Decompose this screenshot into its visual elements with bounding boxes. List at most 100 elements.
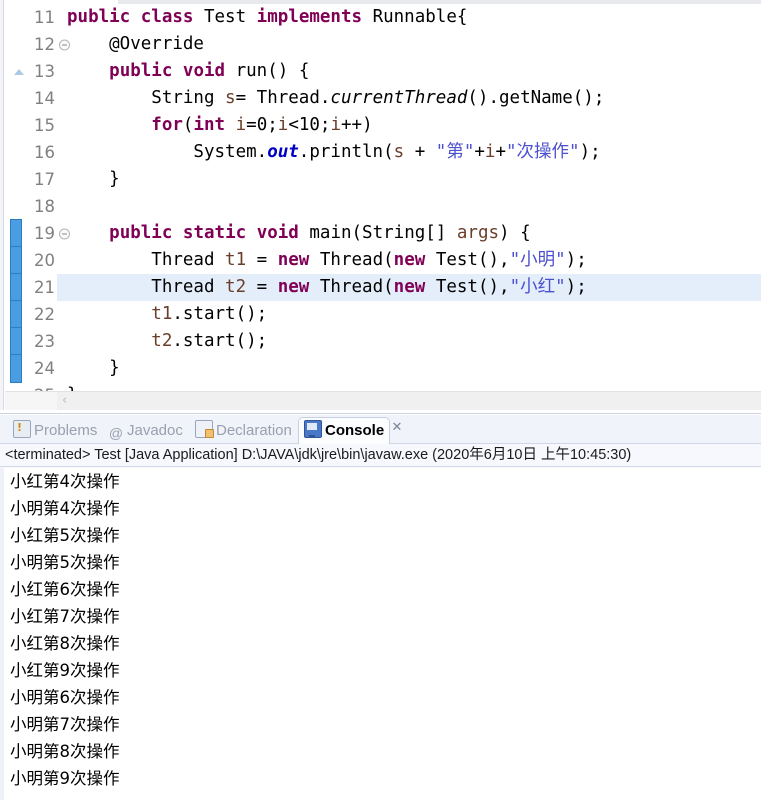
code-area[interactable]: 11 public class Test implements Runnable{… xyxy=(5,4,761,391)
tab-declaration[interactable]: Declaration xyxy=(190,418,297,443)
code-line[interactable]: 16 System.out.println(s + "第"+i+"次操作"); xyxy=(5,139,761,166)
code-token: <10; xyxy=(288,115,331,135)
console-output-line: 小红第8次操作 xyxy=(10,634,120,653)
tab-javadoc[interactable]: @ Javadoc xyxy=(103,418,188,443)
change-bar xyxy=(10,273,22,302)
line-number: 25 xyxy=(5,382,57,391)
tab-problems[interactable]: Problems xyxy=(8,415,102,443)
code-line[interactable]: 18 xyxy=(5,193,761,220)
scroll-left-arrow-icon[interactable]: ‹ xyxy=(62,394,74,407)
line-number: 12 xyxy=(34,35,55,54)
line-number: 17 xyxy=(34,170,55,189)
declaration-icon xyxy=(195,420,214,438)
editor-horizontal-scrollbar[interactable]: ‹ xyxy=(5,391,761,410)
console-panel[interactable]: Problems @Javadoc Declaration Console ✕ <ter… xyxy=(0,415,761,800)
code-text: Thread t1 = new Thread(new Test(),"小明"); xyxy=(67,247,587,274)
code-token: ().getName(); xyxy=(467,88,605,108)
change-bar xyxy=(10,300,22,329)
code-token: "小明" xyxy=(509,250,566,270)
scrollbar-corner xyxy=(5,392,57,410)
code-token: = xyxy=(246,250,278,270)
code-token: .start(); xyxy=(172,304,268,324)
code-text: t2.start(); xyxy=(67,328,267,355)
code-token: =0; xyxy=(246,115,278,135)
code-line[interactable]: 23 t2.start(); xyxy=(5,327,761,356)
console-tabstrip[interactable]: Problems @Javadoc Declaration Console ✕ xyxy=(0,415,761,444)
code-text: t1.start(); xyxy=(67,301,267,328)
code-line[interactable]: 20 Thread t1 = new Thread(new Test(),"小明… xyxy=(5,246,761,275)
console-output-line: 小明第8次操作 xyxy=(10,742,120,761)
code-line[interactable]: 25} xyxy=(5,382,761,391)
tab-close-icon[interactable]: ✕ xyxy=(390,421,404,435)
tab-label: Declaration xyxy=(216,422,292,439)
code-token: Test(), xyxy=(435,250,510,270)
code-token: new xyxy=(277,277,320,297)
console-output-line: 小红第4次操作 xyxy=(10,472,120,491)
code-token: } xyxy=(67,169,120,189)
code-token: public xyxy=(109,61,183,81)
code-token: s xyxy=(393,142,405,162)
code-token: i xyxy=(330,115,342,135)
change-bar xyxy=(10,246,22,275)
console-output-line: 小明第7次操作 xyxy=(10,715,120,734)
code-token: + xyxy=(404,142,436,162)
code-token: run() { xyxy=(235,61,310,81)
code-token: static xyxy=(182,223,257,243)
code-token: Thread( xyxy=(319,250,394,270)
code-token: out xyxy=(267,142,299,162)
code-token: = xyxy=(246,277,278,297)
code-token: ( xyxy=(182,115,194,135)
code-token: Thread xyxy=(67,277,226,297)
code-text: } xyxy=(67,382,78,391)
code-token: s xyxy=(225,88,236,108)
code-line[interactable]: 21 Thread t2 = new Thread(new Test(),"小红… xyxy=(5,273,761,302)
code-line[interactable]: 24 } xyxy=(5,354,761,383)
line-number: 14 xyxy=(34,89,55,108)
line-number: 15 xyxy=(34,116,55,135)
code-token: .println( xyxy=(298,142,394,162)
code-line[interactable]: 13 public void run() { xyxy=(5,58,761,85)
editor-bottom-edge xyxy=(0,410,761,414)
code-token: implements xyxy=(256,7,373,27)
console-output-line: 小红第6次操作 xyxy=(10,580,120,599)
code-token: "次操作" xyxy=(506,142,580,162)
code-line[interactable]: 19 public static void main(String[] args… xyxy=(5,219,761,248)
code-text: System.out.println(s + "第"+i+"次操作"); xyxy=(67,139,600,166)
console-output-line: 小明第4次操作 xyxy=(10,499,120,518)
code-token: main(String[] xyxy=(309,223,457,243)
code-token: = Thread. xyxy=(235,88,331,108)
code-line[interactable]: 14 String s= Thread.currentThread().getN… xyxy=(5,85,761,112)
code-text: } xyxy=(67,355,120,382)
code-text: public class Test implements Runnable{ xyxy=(67,4,467,31)
change-bar xyxy=(10,327,22,356)
code-token: Thread xyxy=(67,250,226,270)
tab-label: Console xyxy=(325,422,385,439)
code-line[interactable]: 17 } xyxy=(5,166,761,193)
java-editor[interactable]: 11 public class Test implements Runnable{… xyxy=(0,0,761,414)
console-output[interactable]: 小红第4次操作 小明第4次操作 小红第5次操作 小明第5次操作 小红第6次操作 小红第7次… xyxy=(0,468,761,800)
tab-label: Javadoc xyxy=(127,422,183,439)
code-token: .start(); xyxy=(172,331,268,351)
line-number: 16 xyxy=(34,143,55,162)
code-token: i xyxy=(235,115,247,135)
code-token: int xyxy=(193,115,236,135)
code-token: ); xyxy=(565,250,587,270)
code-token: void xyxy=(256,223,310,243)
tab-console[interactable]: Console xyxy=(298,417,391,444)
code-line[interactable]: 15 for(int i=0;i<10;i++) xyxy=(5,112,761,139)
line-number: 18 xyxy=(34,197,55,216)
code-line[interactable]: 22 t1.start(); xyxy=(5,300,761,329)
line-number: 13 xyxy=(34,62,55,81)
code-token: "小红" xyxy=(509,277,566,297)
console-output-line: 小明第5次操作 xyxy=(10,553,120,572)
code-line[interactable]: 11 public class Test implements Runnable{ xyxy=(5,4,761,31)
code-token: t2 xyxy=(151,331,173,351)
code-token: ); xyxy=(565,277,587,297)
editor-left-border xyxy=(0,0,4,414)
code-line[interactable]: 12 @Override xyxy=(5,31,761,58)
javadoc-icon: @ xyxy=(108,425,124,441)
code-token: Runnable{ xyxy=(372,7,468,27)
